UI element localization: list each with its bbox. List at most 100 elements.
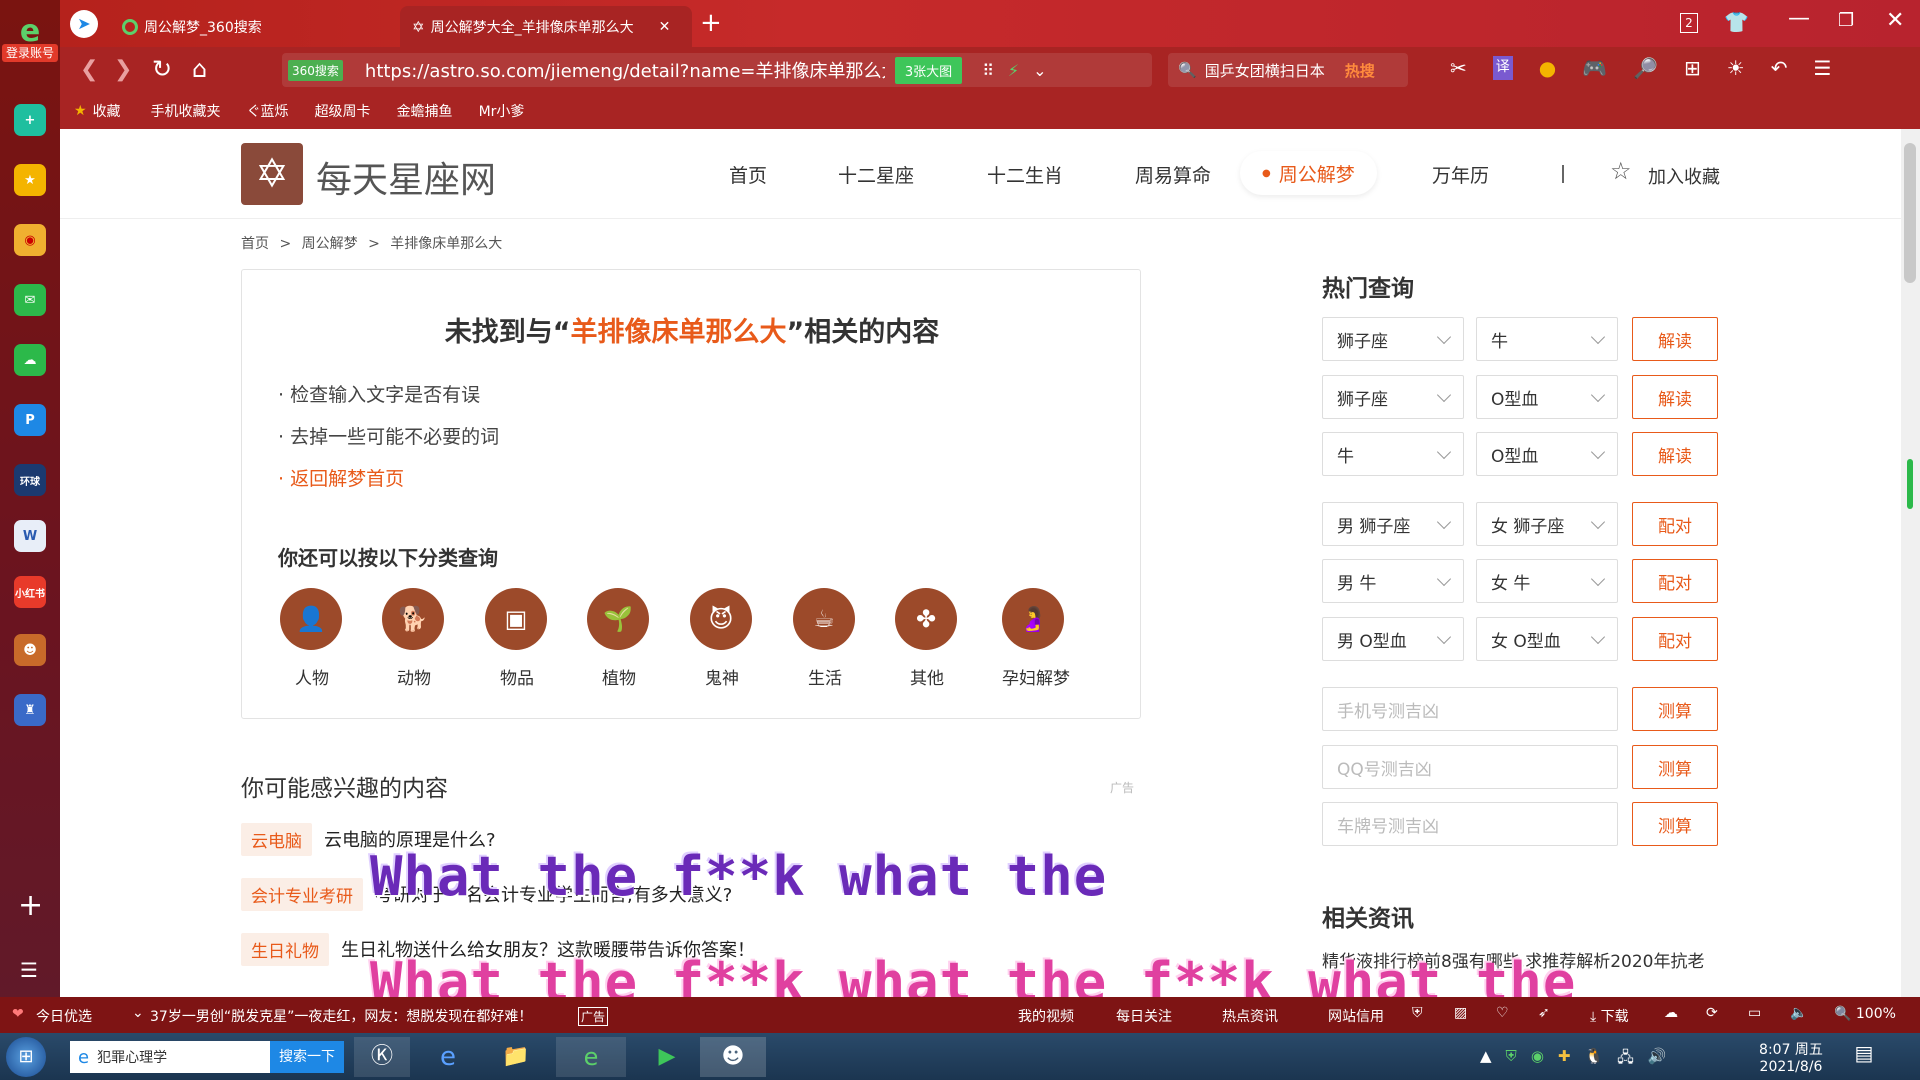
select-b[interactable]: 女 狮子座	[1476, 502, 1618, 546]
minimize-icon[interactable]: —	[1788, 6, 1810, 31]
calc-button[interactable]: 测算	[1632, 745, 1718, 789]
hot-label[interactable]: 热搜	[1345, 60, 1375, 81]
daily-pick[interactable]: 今日优选	[36, 1006, 92, 1026]
red-book-icon[interactable]: 小红书	[14, 576, 46, 608]
plate-input[interactable]: 车牌号测吉凶	[1322, 802, 1618, 846]
rotate-icon[interactable]: ⟳	[1706, 1005, 1718, 1021]
home-icon[interactable]: ⌂	[192, 55, 207, 83]
select-b[interactable]: O型血	[1476, 432, 1618, 476]
internet-explorer-icon[interactable]: e	[420, 1037, 476, 1077]
hot-news[interactable]: 热点资讯	[1222, 1006, 1278, 1026]
nav-fortune[interactable]: 周易算命	[1135, 161, 1211, 188]
mail-icon[interactable]: ✉	[14, 284, 46, 316]
fav-item[interactable]: 金蟾捕鱼	[397, 101, 453, 121]
category-life[interactable]: ☕ 生活	[793, 588, 857, 689]
url-field[interactable]: 360搜索 https://astro.so.com/jiemeng/detai…	[282, 53, 1152, 87]
tab-jiemeng[interactable]: ✡ 周公解梦大全_羊排像床单那么大 ✕	[400, 6, 692, 47]
select-b[interactable]: 牛	[1476, 317, 1618, 361]
game-char-icon[interactable]: ☻	[14, 634, 46, 666]
page-scrollbar[interactable]	[1901, 129, 1920, 997]
bookmark-link[interactable]: 加入收藏	[1648, 163, 1720, 189]
top-search-box[interactable]: 🔍 国乒女团横扫日本 热搜	[1168, 53, 1408, 87]
coin-icon[interactable]: ●	[1539, 56, 1556, 80]
start-button-icon[interactable]: ⊞	[6, 1037, 46, 1077]
shield-icon[interactable]: ⛨	[1412, 1005, 1423, 1021]
menu-list-icon[interactable]: ☰	[20, 958, 38, 982]
tab-search[interactable]: 周公解梦_360搜索	[110, 6, 450, 47]
back-icon[interactable]: ❮	[80, 57, 98, 82]
nav-calendar[interactable]: 万年历	[1432, 161, 1489, 188]
new-tab-icon[interactable]: +	[700, 8, 722, 38]
undo-icon[interactable]: ↶	[1771, 56, 1788, 80]
tray-360-icon[interactable]: ◉	[1531, 1047, 1544, 1072]
select-a[interactable]: 狮子座	[1322, 317, 1464, 361]
url-text[interactable]: https://astro.so.com/jiemeng/detail?name…	[365, 57, 885, 83]
interpret-button[interactable]: 解读	[1632, 432, 1718, 476]
heartbeat-icon[interactable]: ♡	[1496, 1005, 1509, 1021]
category-animal[interactable]: 🐕 动物	[382, 588, 446, 689]
tray-qq-icon[interactable]: 🐧	[1584, 1047, 1603, 1072]
game-app-icon[interactable]: 环球	[14, 464, 46, 496]
add-app-icon[interactable]: +	[18, 888, 43, 923]
browser-logo-icon[interactable]: e	[6, 14, 54, 49]
scrollbar-thumb[interactable]	[1904, 143, 1916, 283]
tab-count-badge[interactable]: 2	[1680, 13, 1698, 33]
interpret-button[interactable]: 解读	[1632, 375, 1718, 419]
image-badge[interactable]: 3张大图	[894, 56, 963, 84]
calc-button[interactable]: 测算	[1632, 687, 1718, 731]
zoom-level[interactable]: 🔍 100%	[1834, 1006, 1896, 1022]
dock-app-icon[interactable]: +	[14, 104, 46, 136]
select-a[interactable]: 男 牛	[1322, 559, 1464, 603]
category-ghost[interactable]: 😈 鬼神	[690, 588, 754, 689]
translate-icon[interactable]: 译	[1492, 56, 1513, 80]
my-video[interactable]: 我的视频	[1018, 1006, 1074, 1026]
fav-item[interactable]: Mr小爹	[479, 101, 525, 121]
taskbar-search-text[interactable]: 犯罪心理学	[97, 1047, 167, 1067]
back-home-link[interactable]: · 返回解梦首页	[278, 464, 404, 491]
category-pregnant[interactable]: 🤰 孕妇解梦	[1002, 588, 1070, 689]
apps-grid-icon[interactable]: ⊞	[1684, 56, 1701, 80]
category-other[interactable]: ✤ 其他	[895, 588, 959, 689]
phone-input[interactable]: 手机号测吉凶	[1322, 687, 1618, 731]
skin-shirt-icon[interactable]: 👕	[1724, 10, 1749, 34]
forward-icon[interactable]: ❯	[114, 57, 132, 82]
interpret-button[interactable]: 解读	[1632, 317, 1718, 361]
related-tag[interactable]: 会计专业考研	[241, 877, 363, 911]
select-a[interactable]: 男 狮子座	[1322, 502, 1464, 546]
favorite-star-icon[interactable]: ★	[14, 164, 46, 196]
word-doc-icon[interactable]: W	[14, 520, 46, 552]
navigation-arrow-icon[interactable]: ➤	[70, 10, 98, 38]
rocket-icon[interactable]: ➶	[1538, 1005, 1550, 1021]
fav-item[interactable]: 超级周卡	[315, 101, 371, 121]
tray-up-icon[interactable]: ▲	[1480, 1047, 1492, 1072]
video-player-icon[interactable]: ▶	[636, 1037, 698, 1077]
image-icon[interactable]: ▨	[1454, 1005, 1467, 1021]
select-b[interactable]: 女 牛	[1476, 559, 1618, 603]
window-icon[interactable]: ▭	[1748, 1005, 1761, 1021]
k-app-icon[interactable]: Ⓚ	[354, 1037, 410, 1077]
fav-item[interactable]: 手机收藏夹	[151, 101, 221, 121]
folder-icon[interactable]: 📁	[488, 1037, 544, 1077]
tray-plus-icon[interactable]: ✚	[1558, 1047, 1571, 1072]
search-text[interactable]: 国乒女团横扫日本	[1205, 60, 1325, 81]
gamepad-icon[interactable]: 🎮	[1582, 56, 1607, 80]
match-button[interactable]: 配对	[1632, 559, 1718, 603]
magnifier-icon[interactable]: 🔎	[1633, 56, 1658, 80]
site-logo-icon[interactable]: ✡	[241, 143, 303, 205]
taskbar-search[interactable]: e 犯罪心理学	[70, 1041, 270, 1073]
360-browser-icon[interactable]: e	[556, 1037, 626, 1077]
tray-volume-icon[interactable]: 🔊	[1648, 1047, 1667, 1072]
lightning-icon[interactable]: ⚡	[1008, 61, 1019, 80]
select-a[interactable]: 狮子座	[1322, 375, 1464, 419]
taskbar-search-button[interactable]: 搜索一下	[270, 1041, 344, 1073]
category-object[interactable]: ▣ 物品	[485, 588, 549, 689]
fav-item[interactable]: ぐ蓝烁	[247, 101, 289, 121]
close-tab-icon[interactable]: ✕	[659, 19, 671, 35]
clock[interactable]: 8:07 周五 2021/8/6	[1756, 1039, 1826, 1075]
select-b[interactable]: O型血	[1476, 375, 1618, 419]
news-ticker[interactable]: 37岁一男创“脱发克星”一夜走红，网友：想脱发现在都好难！	[150, 1006, 532, 1026]
refresh-icon[interactable]: ↻	[152, 55, 172, 83]
close-window-icon[interactable]: ✕	[1886, 8, 1904, 33]
crumb-dream[interactable]: 周公解梦	[302, 236, 358, 252]
download-button[interactable]: ⤓ 下载	[1590, 1006, 1629, 1026]
